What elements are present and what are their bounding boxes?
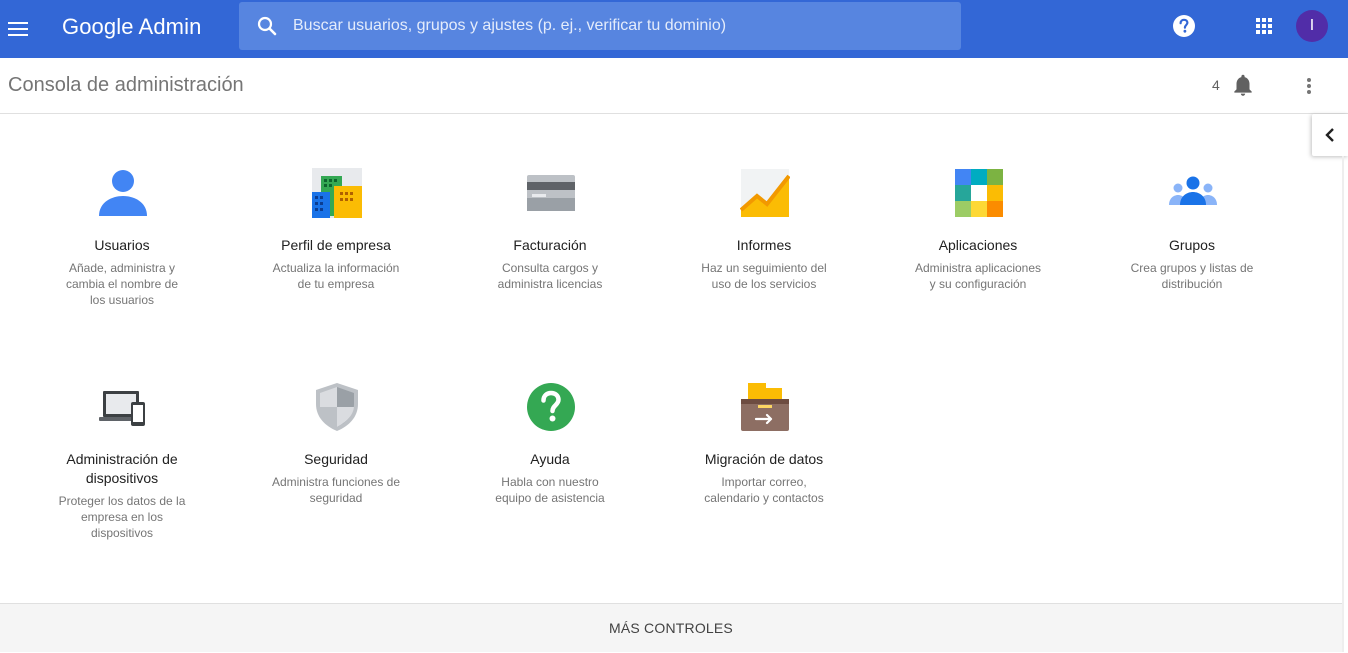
help-icon xyxy=(1173,15,1195,37)
search-box[interactable]: Buscar usuarios, grupos y ajustes (p. ej… xyxy=(239,2,961,50)
menu-icon xyxy=(8,22,28,36)
card-title: Seguridad xyxy=(304,451,368,467)
card-description: Administra funciones de seguridad xyxy=(271,475,401,505)
card-title: Migración de datos xyxy=(704,451,824,467)
notification-count[interactable]: 4 xyxy=(1212,77,1220,93)
card-description: Proteger los datos de la empresa en los di… xyxy=(58,494,186,540)
card-description: Administra aplicaciones y su configuració… xyxy=(914,261,1042,291)
more-options-button[interactable] xyxy=(1297,72,1321,100)
company-building-icon xyxy=(312,168,362,218)
card-description: Habla con nuestro equipo de asistencia xyxy=(495,475,605,505)
top-app-bar: Google Admin Buscar usuarios, grupos y a… xyxy=(0,0,1348,58)
side-panel-edge xyxy=(1342,156,1344,652)
search-icon xyxy=(257,16,277,36)
more-vert-icon xyxy=(1307,78,1311,94)
account-avatar[interactable]: I xyxy=(1296,10,1328,42)
help-button[interactable] xyxy=(1170,12,1198,40)
bell-icon xyxy=(1234,74,1252,96)
footer-bar: MÁS CONTROLES xyxy=(0,603,1342,652)
chevron-left-icon xyxy=(1325,128,1334,142)
report-chart-icon xyxy=(740,169,790,217)
more-controls-button[interactable]: MÁS CONTROLES xyxy=(0,604,1342,653)
page-title: Consola de administración xyxy=(8,74,244,96)
card-description: Haz un seguimiento del uso de los servici… xyxy=(701,261,827,291)
apps-launcher-button[interactable] xyxy=(1250,12,1278,40)
card-title: Usuarios xyxy=(94,237,150,253)
data-migration-icon xyxy=(741,383,789,431)
notifications-button[interactable] xyxy=(1230,72,1256,98)
apps-grid-icon xyxy=(1256,18,1272,34)
card-description: Actualiza la información de tu empresa xyxy=(272,261,400,291)
devices-icon xyxy=(99,391,145,426)
page-header: Consola de administración 4 xyxy=(0,58,1348,114)
help-circle-icon xyxy=(527,383,575,431)
credit-card-icon xyxy=(527,175,575,211)
logo-product-text: Admin xyxy=(138,14,202,39)
apps-icon xyxy=(955,169,1003,217)
card-title: Informes xyxy=(736,237,792,253)
card-title: Ayuda xyxy=(530,451,570,467)
groups-icon xyxy=(1169,176,1217,205)
card-description: Crea grupos y listas de distribución xyxy=(1130,261,1254,291)
card-title: Grupos xyxy=(1169,237,1215,253)
user-icon xyxy=(99,170,147,216)
menu-button[interactable] xyxy=(0,0,36,58)
search-input[interactable]: Buscar usuarios, grupos y ajustes (p. ej… xyxy=(293,2,726,50)
shield-icon xyxy=(316,383,358,431)
card-description: Importar correo, calendario y contactos xyxy=(704,475,824,505)
card-title: Facturación xyxy=(513,237,587,253)
card-description: Consulta cargos y administra licencias xyxy=(497,261,603,291)
logo-google-text: Google xyxy=(62,14,134,39)
card-title: Administración de dispositivos xyxy=(66,451,178,486)
card-description: Añade, administra y cambia el nombre de lo… xyxy=(65,261,179,307)
card-title: Aplicaciones xyxy=(938,237,1018,253)
card-title: Perfil de empresa xyxy=(281,237,391,253)
collapse-panel-button[interactable] xyxy=(1312,114,1348,156)
google-admin-logo[interactable]: Google Admin xyxy=(62,12,201,42)
